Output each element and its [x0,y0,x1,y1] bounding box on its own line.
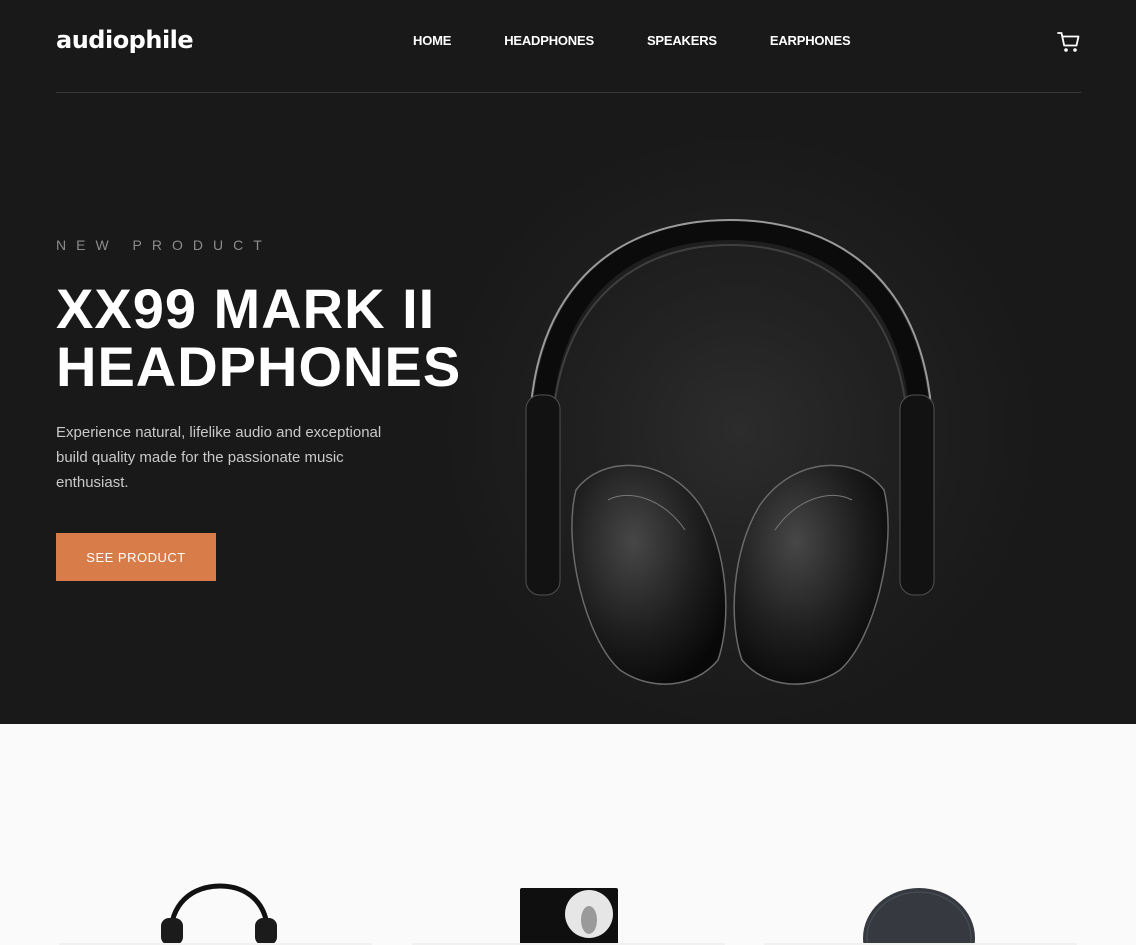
nav-item-speakers[interactable]: SPEAKERS [647,33,717,48]
see-product-button[interactable]: SEE PRODUCT [56,533,216,581]
hero-overline: NEW PRODUCT [56,237,272,253]
nav-item-headphones[interactable]: HEADPHONES [504,33,594,48]
hero-description: Experience natural, lifelike audio and e… [56,424,382,491]
earphones-image [863,888,975,945]
nav-item-earphones[interactable]: EARPHONES [770,33,851,48]
category-card-earphones[interactable] [764,880,1077,945]
site-header: audiophile HOME HEADPHONES SPEAKERS EARP… [56,0,1081,93]
hero-headphones-image [525,218,935,685]
category-card-speakers[interactable] [412,880,725,945]
nav-item-home[interactable]: HOME [413,33,451,48]
hero-title: XX99 MARK II HEADPHONES [56,277,462,398]
cart-icon[interactable] [1057,30,1081,54]
headphones-image [161,883,277,945]
category-card-headphones[interactable] [59,880,372,945]
main-nav: HOME HEADPHONES SPEAKERS EARPHONES [413,33,903,48]
site-logo[interactable]: audiophile [56,26,194,54]
speaker-image [520,888,618,945]
hero-section: audiophile HOME HEADPHONES SPEAKERS EARP… [0,0,1136,724]
